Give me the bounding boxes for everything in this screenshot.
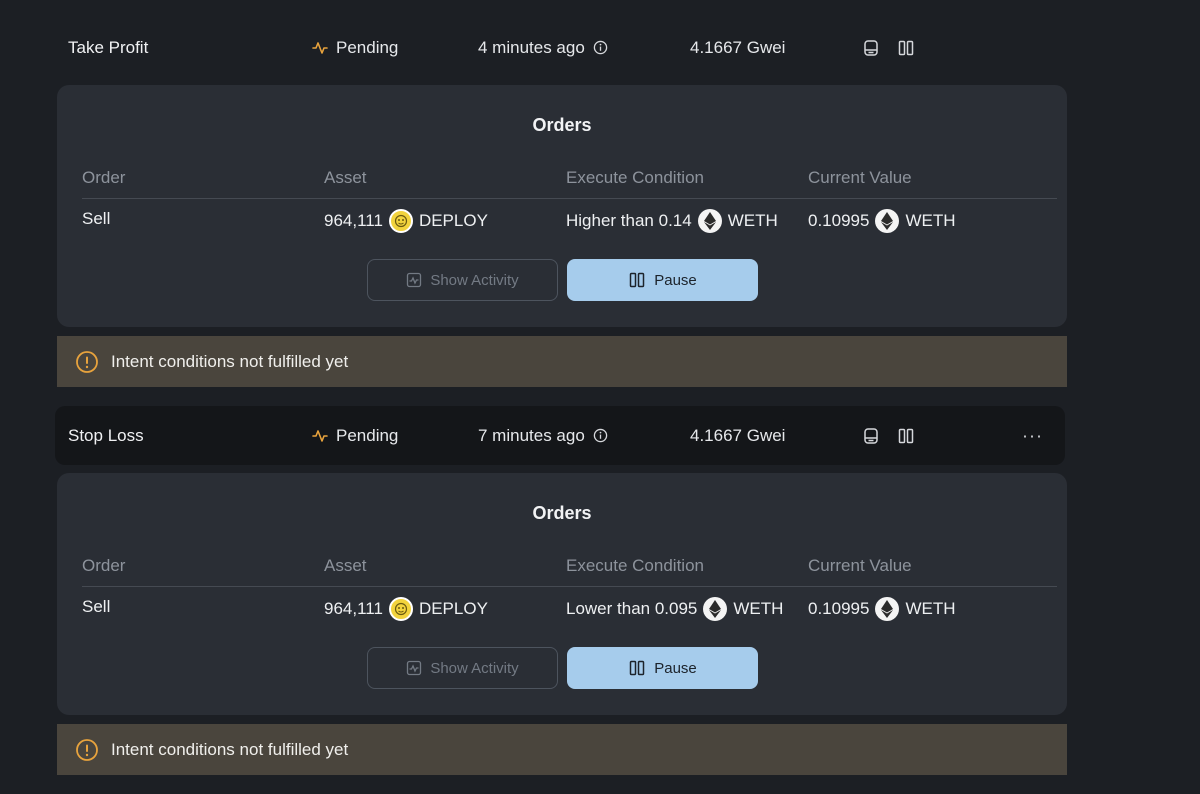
current-value-cell: 0.10995 WETH <box>808 597 956 621</box>
condition-cell: Lower than 0.095 WETH <box>566 597 783 621</box>
col-current-value: Current Value <box>808 556 912 575</box>
orders-title: Orders <box>532 503 592 523</box>
asset-symbol: DEPLOY <box>418 211 488 230</box>
intent-header[interactable]: Take Profit Pending 4 minutes ago 4.1667… <box>55 18 1065 77</box>
condition-cell: Higher than 0.14 WETH <box>566 209 778 233</box>
gas-fee: 4.1667 Gwei <box>690 37 786 57</box>
status-label: Pending <box>336 37 399 57</box>
col-order: Order <box>82 168 126 187</box>
intent-header[interactable]: Stop Loss Pending 7 minutes ago 4.1667 G… <box>55 406 1065 465</box>
show-activity-button[interactable]: Show Activity <box>367 647 558 689</box>
warning-text: Intent conditions not fulfilled yet <box>111 739 349 759</box>
intent-stop-loss: Stop Loss Pending 7 minutes ago 4.1667 G… <box>0 406 1200 775</box>
activity-icon <box>407 272 422 288</box>
info-icon[interactable] <box>593 40 608 55</box>
time-label: 7 minutes ago <box>478 425 585 445</box>
pause-icon <box>629 660 645 676</box>
status: Pending <box>312 38 398 58</box>
intent-take-profit: Take Profit Pending 4 minutes ago 4.1667… <box>0 18 1200 387</box>
condition-token: WETH <box>733 599 784 618</box>
current-token: WETH <box>905 211 956 230</box>
time-label: 4 minutes ago <box>478 37 585 57</box>
current-value: 0.10995 <box>808 599 870 618</box>
orders-title: Orders <box>532 115 592 135</box>
order-side: Sell <box>82 209 111 228</box>
warning-banner: Intent conditions not fulfilled yet <box>57 724 1067 775</box>
eth-icon <box>875 209 900 233</box>
col-asset: Asset <box>324 168 367 187</box>
orders-card: Orders Order Asset Execute Condition Cur… <box>57 85 1067 327</box>
timestamp: 4 minutes ago <box>478 38 608 58</box>
timestamp: 7 minutes ago <box>478 426 608 446</box>
asset-cell: 964,111 DEPLOY <box>324 597 488 621</box>
current-token: WETH <box>905 599 956 618</box>
pause-icon <box>629 272 645 288</box>
pulse-icon <box>312 41 328 54</box>
col-current-value: Current Value <box>808 168 912 187</box>
eth-icon <box>703 597 728 621</box>
status-label: Pending <box>336 425 399 445</box>
show-activity-label: Show Activity <box>430 659 519 677</box>
warning-text: Intent conditions not fulfilled yet <box>111 351 349 371</box>
gas-fee: 4.1667 Gwei <box>690 425 786 445</box>
more-icon[interactable]: ··· <box>1022 425 1043 446</box>
row-divider <box>82 586 1057 587</box>
col-asset: Asset <box>324 556 367 575</box>
col-order: Order <box>82 556 126 575</box>
current-value-cell: 0.10995 WETH <box>808 209 956 233</box>
warning-icon <box>76 738 98 761</box>
info-icon[interactable] <box>593 428 608 443</box>
activity-icon <box>407 660 422 676</box>
status: Pending <box>312 426 398 446</box>
pause-label: Pause <box>654 659 697 677</box>
col-condition: Execute Condition <box>566 168 704 187</box>
condition-text: Higher than 0.14 <box>566 211 692 230</box>
warning-icon <box>76 350 98 373</box>
pause-button[interactable]: Pause <box>567 259 758 301</box>
condition-text: Lower than 0.095 <box>566 599 698 618</box>
orders-card: Orders Order Asset Execute Condition Cur… <box>57 473 1067 715</box>
eth-icon <box>875 597 900 621</box>
asset-symbol: DEPLOY <box>418 599 488 618</box>
pause-button[interactable]: Pause <box>567 647 758 689</box>
asset-amount: 964,111 <box>324 211 383 230</box>
current-value: 0.10995 <box>808 211 870 230</box>
asset-amount: 964,111 <box>324 599 383 618</box>
receipt-icon[interactable] <box>862 427 880 445</box>
warning-banner: Intent conditions not fulfilled yet <box>57 336 1067 387</box>
pulse-icon <box>312 429 328 442</box>
row-divider <box>82 198 1057 199</box>
intent-type: Take Profit <box>68 37 149 57</box>
condition-token: WETH <box>727 211 778 230</box>
pause-label: Pause <box>654 271 697 289</box>
pause-icon[interactable] <box>897 427 915 445</box>
order-side: Sell <box>82 597 111 616</box>
show-activity-button[interactable]: Show Activity <box>367 259 558 301</box>
receipt-icon[interactable] <box>862 39 880 57</box>
asset-cell: 964,111 DEPLOY <box>324 209 488 233</box>
pause-icon[interactable] <box>897 39 915 57</box>
show-activity-label: Show Activity <box>430 271 519 289</box>
deploy-token-icon <box>388 209 413 233</box>
deploy-token-icon <box>388 597 413 621</box>
eth-icon <box>697 209 722 233</box>
col-condition: Execute Condition <box>566 556 704 575</box>
intent-type: Stop Loss <box>68 425 144 445</box>
